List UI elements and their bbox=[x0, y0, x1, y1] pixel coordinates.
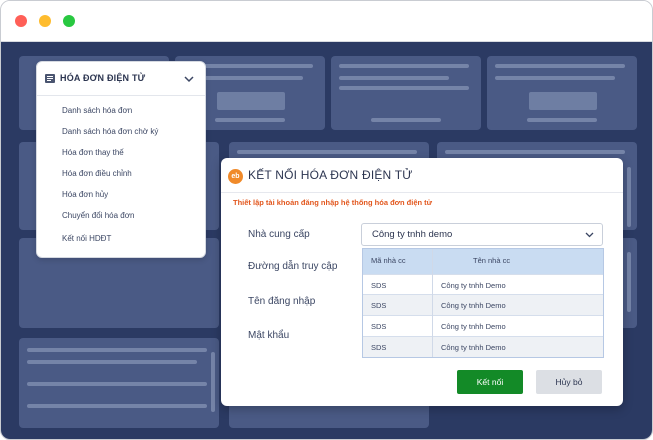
menu-item-convert-invoice[interactable]: Chuyển đổi hóa đơn bbox=[62, 211, 134, 220]
dialog-title: KẾT NỐI HÓA ĐƠN ĐIỆN TỬ bbox=[248, 168, 413, 182]
chevron-down-icon[interactable] bbox=[182, 72, 196, 86]
provider-dropdown-list: Mã nhà cc Tên nhà cc SDS Công ty tnhh De… bbox=[362, 248, 604, 358]
placeholder-card bbox=[19, 338, 219, 428]
chevron-down-icon bbox=[585, 232, 594, 238]
title-bar bbox=[1, 1, 652, 42]
provider-code: SDS bbox=[371, 301, 387, 310]
provider-name: Công ty tnhh Demo bbox=[441, 281, 506, 290]
provider-option-row[interactable]: SDS Công ty tnhh Demo bbox=[363, 315, 603, 336]
placeholder-card bbox=[487, 56, 637, 130]
column-divider bbox=[432, 249, 433, 357]
provider-label: Nhà cung cấp bbox=[248, 229, 310, 240]
provider-name: Công ty tnhh Demo bbox=[441, 343, 506, 352]
maximize-dot-icon[interactable] bbox=[63, 15, 75, 27]
provider-code: SDS bbox=[371, 322, 387, 331]
invoice-icon bbox=[45, 74, 55, 83]
app-window: HÓA ĐƠN ĐIỆN TỬ Danh sách hóa đơn Danh s… bbox=[0, 0, 653, 440]
url-label: Đường dẫn truy cập bbox=[248, 261, 338, 272]
menu-item-connect-einvoice[interactable]: Kết nối HDĐT bbox=[62, 234, 111, 243]
eb-logo-icon: eb bbox=[228, 169, 243, 184]
provider-code: SDS bbox=[371, 343, 387, 352]
connect-button[interactable]: Kết nối bbox=[457, 370, 523, 394]
minimize-dot-icon[interactable] bbox=[39, 15, 51, 27]
provider-option-row[interactable]: SDS Công ty tnhh Demo bbox=[363, 336, 603, 357]
column-header-code: Mã nhà cc bbox=[371, 256, 406, 265]
column-header-name: Tên nhà cc bbox=[473, 256, 511, 265]
provider-option-row[interactable]: SDS Công ty tnhh Demo bbox=[363, 274, 603, 295]
invoice-menu-header[interactable]: HÓA ĐƠN ĐIỆN TỬ bbox=[37, 62, 205, 96]
provider-code: SDS bbox=[371, 281, 387, 290]
invoice-menu: HÓA ĐƠN ĐIỆN TỬ Danh sách hóa đơn Danh s… bbox=[36, 61, 206, 258]
provider-option-row[interactable]: SDS Công ty tnhh Demo bbox=[363, 294, 603, 315]
provider-name: Công ty tnhh Demo bbox=[441, 322, 506, 331]
provider-select-value: Công ty tnhh demo bbox=[372, 229, 453, 240]
menu-item-adjustment-invoice[interactable]: Hóa đơn điều chỉnh bbox=[62, 169, 132, 178]
connect-einvoice-dialog: eb KẾT NỐI HÓA ĐƠN ĐIỆN TỬ Thiết lập tài… bbox=[221, 158, 623, 406]
cancel-button[interactable]: Hủy bỏ bbox=[536, 370, 602, 394]
provider-select[interactable]: Công ty tnhh demo bbox=[361, 223, 603, 246]
provider-name: Công ty tnhh Demo bbox=[441, 301, 506, 310]
provider-dropdown-header: Mã nhà cc Tên nhà cc bbox=[363, 249, 603, 274]
dialog-subtitle: Thiết lập tài khoản đăng nhập hệ thống h… bbox=[233, 198, 433, 207]
password-label: Mật khẩu bbox=[248, 330, 290, 341]
menu-item-replacement-invoice[interactable]: Hóa đơn thay thế bbox=[62, 148, 124, 157]
dialog-divider bbox=[221, 192, 623, 193]
username-label: Tên đăng nhập bbox=[248, 296, 316, 307]
invoice-menu-title: HÓA ĐƠN ĐIỆN TỬ bbox=[60, 73, 146, 83]
placeholder-card bbox=[331, 56, 481, 130]
menu-item-cancelled-invoice[interactable]: Hóa đơn hủy bbox=[62, 190, 108, 199]
close-dot-icon[interactable] bbox=[15, 15, 27, 27]
menu-item-invoice-list[interactable]: Danh sách hóa đơn bbox=[62, 106, 132, 115]
menu-item-invoice-pending-sign[interactable]: Danh sách hóa đơn chờ ký bbox=[62, 127, 158, 136]
